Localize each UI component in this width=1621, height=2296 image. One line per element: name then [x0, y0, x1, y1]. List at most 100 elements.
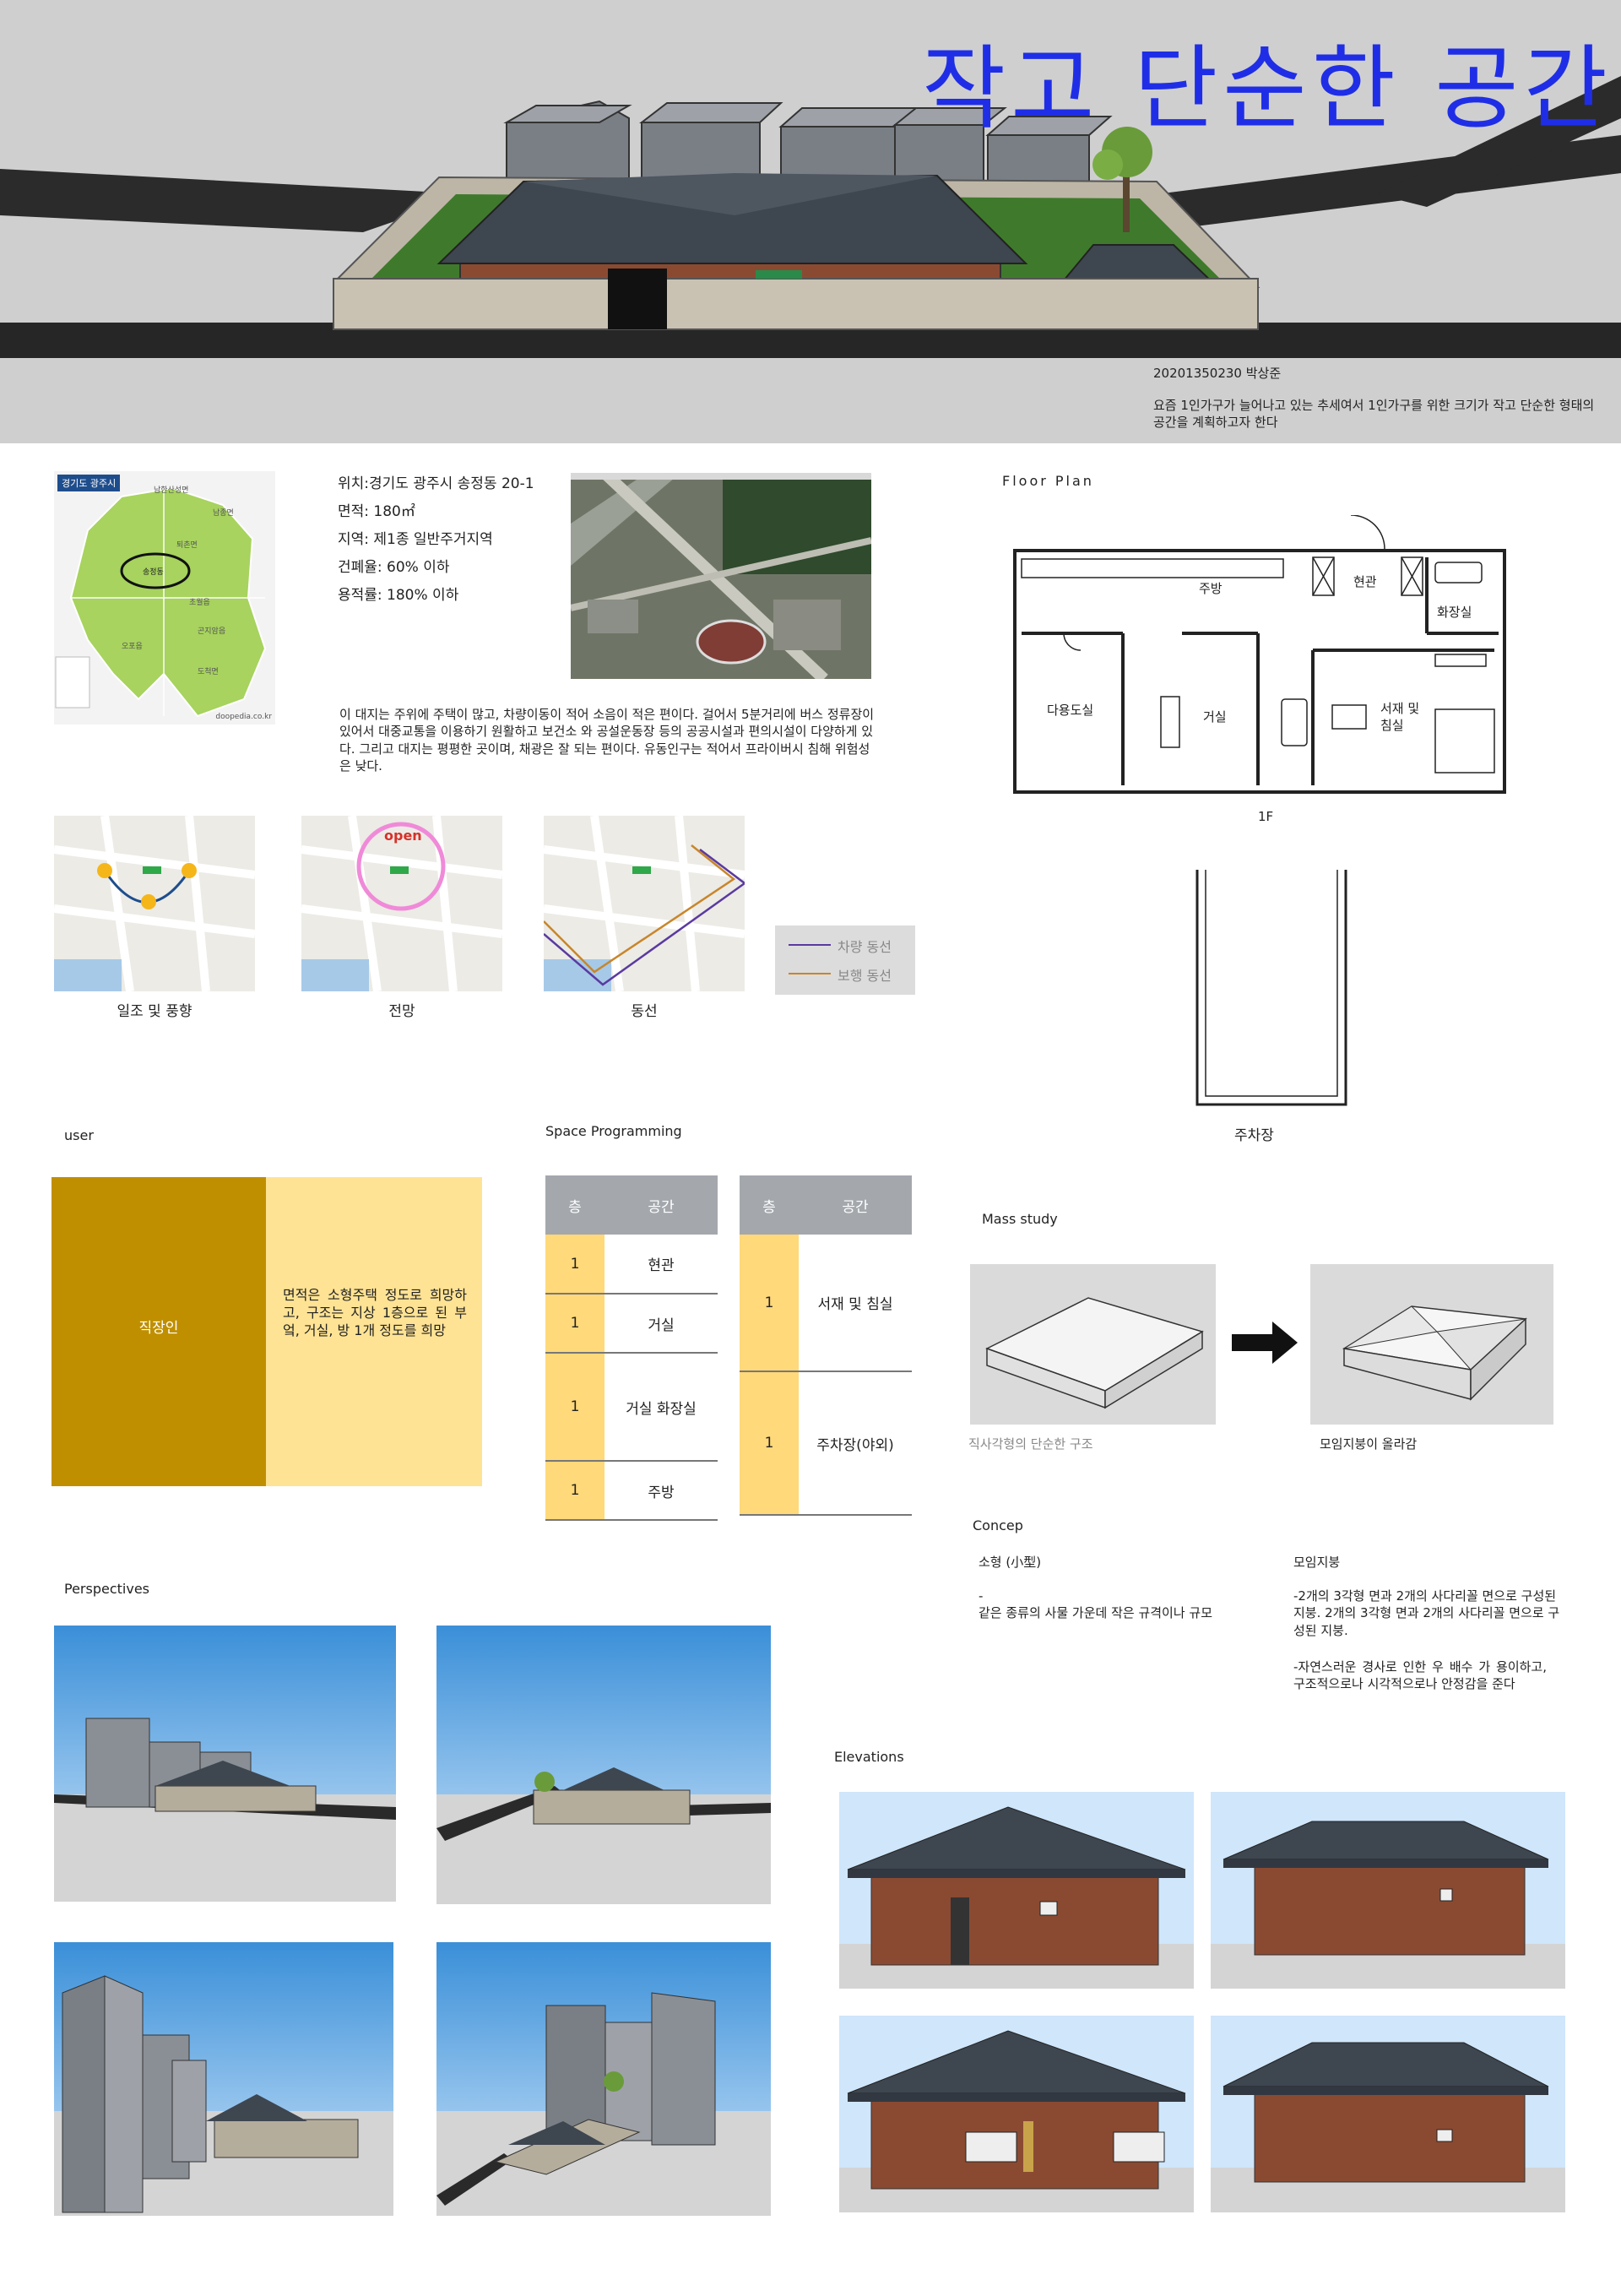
view-tag: open	[384, 828, 422, 844]
page-title: 작고 단순한 공간	[921, 36, 1613, 142]
hero-render: 작고 단순한 공간 20201350230 박상준 요즘 1인가구가 늘어나고 …	[0, 0, 1621, 443]
table-cell: 1	[545, 1294, 604, 1354]
table-cell: 현관	[604, 1235, 718, 1295]
district-label: 오포읍	[122, 643, 143, 651]
site-map-caption: 전망	[388, 1003, 415, 1020]
district-label: 도척면	[198, 668, 219, 676]
site-map-sun-wind	[53, 815, 256, 992]
table-cell: 1	[545, 1235, 604, 1295]
table-row: 1 주차장(야외)	[740, 1371, 912, 1516]
concept-left-title: 소형 (小型)	[979, 1555, 1042, 1570]
perspective-2	[436, 1626, 771, 1904]
mass-caption-right: 모임지붕이 올라감	[1320, 1436, 1418, 1452]
table-cell: 거실 화장실	[604, 1353, 718, 1462]
parking-label: 주차장	[1234, 1127, 1274, 1144]
perspective-4	[436, 1942, 771, 2216]
map-credit: doopedia.co.kr	[215, 713, 272, 721]
col-space: 공간	[799, 1175, 912, 1235]
user-label: 직장인	[138, 1320, 179, 1337]
perspective-3	[54, 1942, 393, 2216]
sun-marker	[182, 863, 197, 878]
sun-marker	[141, 894, 156, 909]
gate	[608, 269, 667, 329]
room-living: 거실	[1203, 709, 1227, 725]
room-entry: 현관	[1353, 574, 1377, 589]
floor-label: 1F	[1258, 809, 1274, 824]
student-id: 20201350230 박상준	[1153, 366, 1282, 381]
mass-box-simple	[970, 1264, 1216, 1425]
space-table-left: 층 공간 1 현관 1 거실 1 거실 화장실 1 주방	[545, 1175, 718, 1521]
site-map-view: open	[301, 815, 503, 992]
parking-plan	[1194, 870, 1349, 1108]
district-label: 남한산성면	[154, 486, 189, 495]
room-kitchen: 주방	[1199, 581, 1223, 596]
site-analysis-text: 이 대지는 주위에 주택이 많고, 차량이동이 적어 소음이 적은 편이다. 걸…	[339, 707, 875, 773]
region-map: 경기도 광주시 남한산성면 남종면 퇴촌면 송정동 초월읍 곤지암읍 오포읍 도…	[54, 471, 275, 725]
elevation-front	[839, 1792, 1194, 1989]
circulation-legend: 차량 동선 보행 동선	[775, 925, 915, 995]
space-table-right: 층 공간 1 서재 및 침실 1 주차장(야외)	[740, 1175, 912, 1516]
table-cell: 1	[740, 1235, 799, 1372]
table-cell: 1	[740, 1371, 799, 1516]
table-row: 1 거실 화장실	[545, 1353, 718, 1462]
table-cell: 주차장(야외)	[799, 1371, 912, 1516]
table-cell: 1	[545, 1461, 604, 1521]
district-label: 곤지암읍	[198, 627, 226, 636]
floor-plan-heading: Floor Plan	[1002, 473, 1094, 489]
user-label-box: 직장인	[52, 1177, 266, 1486]
col-floor: 층	[545, 1175, 604, 1235]
legend-vehicle-line	[789, 944, 831, 946]
perspective-1	[54, 1626, 396, 1902]
mass-caption-left: 직사각형의 단순한 구조	[968, 1436, 1093, 1452]
mass-box-hip-roof	[1310, 1264, 1553, 1425]
concept-right-p2: -자연스러운 경사로 인한 우 배수 가 용이하고, 구조적으로나 시각적으로나…	[1293, 1659, 1547, 1692]
site-info-location: 위치:경기도 광주시 송정동 20-1	[338, 475, 534, 492]
sun-marker	[97, 863, 112, 878]
col-space: 공간	[604, 1175, 718, 1235]
room-bath: 화장실	[1437, 605, 1472, 620]
col-floor: 층	[740, 1175, 799, 1235]
concept-right-title: 모임지붕	[1293, 1555, 1341, 1570]
legend-vehicle: 차량 동선	[838, 939, 892, 955]
table-cell: 1	[545, 1353, 604, 1462]
tree-trunk	[1123, 169, 1130, 232]
table-row: 1 현관	[545, 1235, 718, 1295]
site-info-coverage: 건폐율: 60% 이하	[338, 558, 450, 576]
user-heading: user	[64, 1127, 94, 1143]
user-desc-box: 면적은 소형주택 정도로 희망하고, 구조는 지상 1층으로 된 부엌, 거실,…	[266, 1177, 482, 1486]
project-description: 요즘 1인가구가 늘어나고 있는 추세여서 1인가구를 위한 크기가 작고 단순…	[1153, 398, 1595, 431]
aerial-photo	[570, 468, 872, 684]
table-cell: 주방	[604, 1461, 718, 1521]
map-region-label: 경기도 광주시	[57, 475, 121, 491]
room-multi: 다용도실	[1047, 703, 1094, 718]
site-info-area: 면적: 180㎡	[338, 502, 415, 520]
mass-study-heading: Mass study	[982, 1211, 1058, 1227]
room-study: 서재 및	[1380, 701, 1420, 716]
space-programming-heading: Space Programming	[545, 1123, 682, 1139]
concept-right-p1: -2개의 3각형 면과 2개의 사다리꼴 면으로 구성된 지붕. 2개의 3각형…	[1293, 1588, 1560, 1638]
room-bedroom: 침실	[1380, 718, 1404, 733]
legend-pedestrian: 보행 동선	[838, 968, 892, 984]
elevation-left	[1211, 2016, 1565, 2212]
perspectives-heading: Perspectives	[64, 1581, 149, 1597]
site-info-zone: 지역: 제1종 일반주거지역	[338, 530, 493, 548]
district-label: 송정동	[143, 568, 164, 577]
site-map-caption: 일조 및 풍향	[117, 1003, 192, 1020]
site-map-circulation	[543, 815, 747, 992]
table-cell: 서재 및 침실	[799, 1235, 912, 1372]
district-label: 초월읍	[189, 599, 210, 607]
table-row: 1 서재 및 침실	[740, 1235, 912, 1372]
site-map-caption: 동선	[631, 1003, 658, 1020]
concept-left-dash: -	[979, 1588, 984, 1604]
elevation-rear	[839, 2016, 1194, 2212]
floor-plan: 주방 현관 화장실 다용도실 거실 서재 및 침실	[1013, 514, 1506, 794]
table-row: 1 주방	[545, 1461, 718, 1521]
district-label: 남종면	[213, 509, 234, 518]
user-desc: 면적은 소형주택 정도로 희망하고, 구조는 지상 1층으로 된 부엌, 거실,…	[283, 1287, 467, 1338]
concept-heading: Concep	[973, 1517, 1023, 1533]
site-wall-front	[333, 278, 1259, 330]
elevation-right	[1211, 1792, 1565, 1989]
concept-left-text: 같은 종류의 사물 가운데 작은 규격이나 규모	[979, 1605, 1213, 1620]
table-cell: 거실	[604, 1294, 718, 1354]
region-shape	[69, 486, 267, 718]
